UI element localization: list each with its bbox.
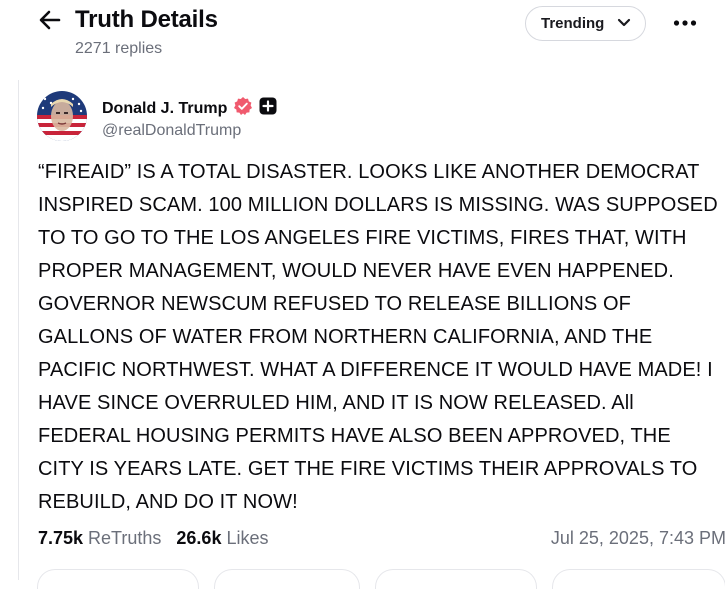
page-header: Truth Details 2271 replies Trending (0, 0, 725, 80)
retruths-label[interactable]: ReTruths (88, 528, 161, 549)
retruth-action-button[interactable] (214, 569, 360, 589)
retruths-count[interactable]: 7.75k (38, 528, 83, 549)
share-action-button[interactable] (552, 569, 725, 589)
post-card: Donald J. Trump @realDonaldTrump “FIREAI… (18, 80, 725, 589)
back-button[interactable] (36, 8, 64, 36)
author-handle[interactable]: @realDonaldTrump (102, 122, 241, 140)
sort-dropdown-label: Trending (541, 15, 605, 32)
post-stats: 7.75k ReTruths 26.6k Likes Jul 25, 2025,… (38, 526, 725, 550)
likes-label[interactable]: Likes (226, 528, 268, 549)
page-title: Truth Details (75, 6, 218, 33)
author-name-row: Donald J. Trump (102, 96, 277, 121)
post-timestamp: Jul 25, 2025, 7:43 PM (550, 527, 725, 548)
like-action-button[interactable] (375, 569, 537, 589)
plus-badge-icon (259, 97, 277, 120)
author-display-name[interactable]: Donald J. Trump (102, 100, 227, 118)
reply-count: 2271 replies (75, 40, 163, 57)
sort-dropdown[interactable]: Trending (525, 6, 646, 41)
reply-action-button[interactable] (37, 569, 199, 589)
likes-count[interactable]: 26.6k (176, 528, 221, 549)
more-horizontal-icon (673, 14, 697, 32)
more-options-button[interactable] (670, 8, 700, 38)
arrow-left-icon (37, 7, 63, 38)
verified-badge-icon (233, 96, 253, 121)
chevron-down-icon (616, 14, 632, 34)
avatar[interactable] (37, 91, 87, 141)
post-text: “FIREAID” IS A TOTAL DISASTER. LOOKS LIK… (38, 161, 718, 513)
